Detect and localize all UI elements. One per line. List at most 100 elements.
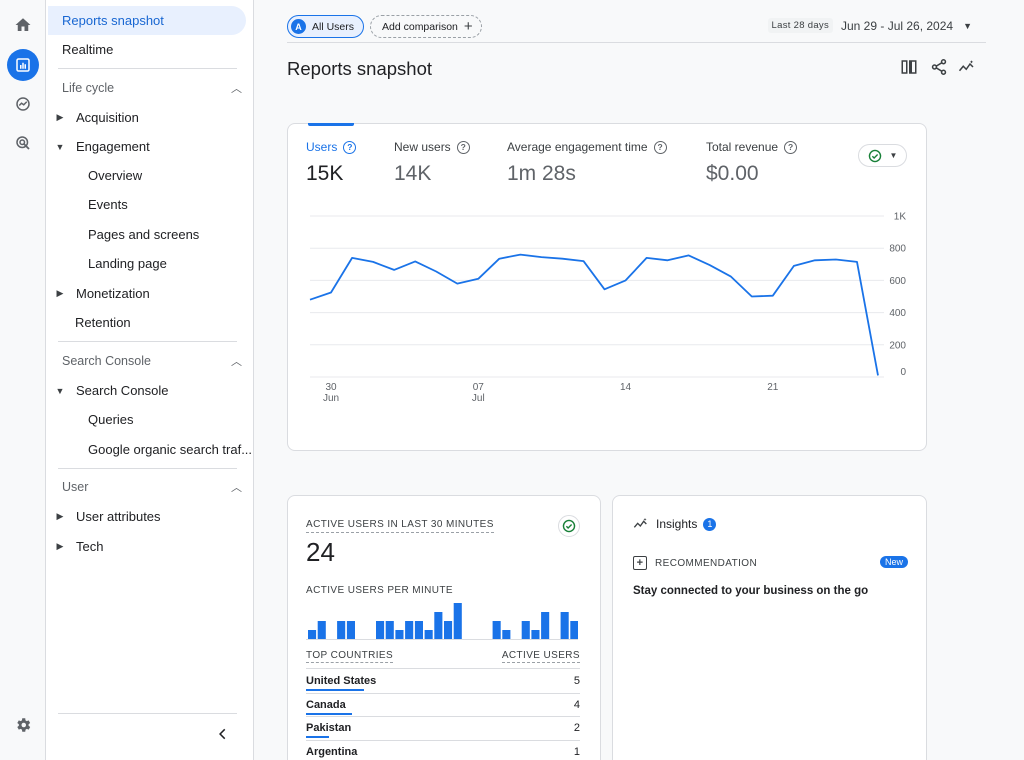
nav-label: Engagement (76, 139, 150, 154)
per-minute-bar[interactable] (444, 621, 453, 639)
nav-engagement[interactable]: ▼ Engagement (46, 132, 150, 161)
per-minute-bar[interactable] (376, 621, 385, 639)
y-tick-label: 200 (889, 340, 906, 351)
country-name: Pakistan (306, 722, 352, 734)
country-name: Argentina (306, 746, 358, 758)
nav-monetization[interactable]: ▶ Monetization (46, 279, 150, 308)
nav-pages-and-screens[interactable]: Pages and screens (46, 220, 199, 249)
per-minute-bar[interactable] (424, 630, 433, 639)
per-minute-bar[interactable] (317, 621, 326, 639)
col-header-country[interactable]: TOP COUNTRIES (306, 650, 394, 663)
per-minute-bar[interactable] (337, 621, 346, 639)
per-minute-bar[interactable] (434, 612, 443, 639)
recommendation-text[interactable]: Stay connected to your business on the g… (633, 585, 868, 597)
share-bar (306, 713, 353, 715)
help-icon[interactable]: ? (343, 140, 357, 154)
x-tick-month-label: Jul (472, 393, 485, 404)
metric-value: 14K (394, 162, 432, 185)
reports-icon[interactable] (7, 49, 39, 81)
metric-users[interactable]: Users? 15K (306, 140, 357, 186)
collapse-sidebar-icon[interactable] (216, 725, 230, 746)
date-preset-pill: Last 28 days (767, 18, 833, 33)
dropdown-arrow-icon: ▼ (963, 20, 972, 31)
nav-reports-snapshot[interactable]: Reports snapshot (48, 6, 246, 35)
col-header-active-users[interactable]: ACTIVE USERS (501, 650, 580, 663)
dropdown-arrow-icon: ▼ (889, 151, 898, 160)
nav-events[interactable]: Events (46, 190, 128, 219)
per-minute-bar[interactable] (492, 621, 501, 639)
nav-landing-page[interactable]: Landing page (46, 249, 167, 278)
section-label: Life cycle (62, 81, 115, 95)
date-range-picker[interactable]: Last 28 days Jun 29 - Jul 26, 2024 ▼ (767, 18, 972, 33)
nav-search-console[interactable]: ▼ Search Console (46, 376, 169, 405)
x-tick-label: 21 (767, 382, 779, 393)
section-header-life-cycle[interactable]: Life cycle ︿ (62, 76, 242, 100)
all-users-chip[interactable]: A All Users (287, 15, 365, 38)
nav-label: Retention (75, 315, 131, 330)
add-comparison-button[interactable]: Add comparison + (370, 15, 482, 38)
nav-label: Acquisition (76, 110, 139, 125)
per-minute-bar[interactable] (395, 630, 404, 639)
check-circle-icon[interactable] (558, 515, 580, 537)
per-minute-bar[interactable] (405, 621, 414, 639)
per-minute-bar[interactable] (502, 630, 511, 639)
help-icon[interactable]: ? (784, 140, 798, 154)
insights-header[interactable]: Insights 1 (633, 516, 717, 532)
customize-report-icon[interactable] (900, 58, 918, 76)
nav-overview[interactable]: Overview (46, 161, 142, 190)
per-minute-bar[interactable] (346, 621, 355, 639)
share-icon[interactable] (930, 58, 948, 76)
metric-total-revenue[interactable]: Total revenue? $0.00 (706, 140, 798, 186)
settings-gear-icon[interactable] (7, 709, 39, 741)
metric-value: $0.00 (706, 162, 759, 185)
per-minute-bar[interactable] (385, 621, 394, 639)
nav-label: Queries (88, 412, 134, 427)
country-row: Pakistan 2 (306, 718, 580, 742)
per-minute-bar[interactable] (531, 630, 540, 639)
country-row: United States 5 (306, 671, 580, 695)
users-series-line[interactable] (309, 253, 879, 376)
active-metric-indicator (308, 123, 354, 126)
per-minute-bar[interactable] (570, 621, 578, 639)
chevron-up-icon: ︿ (231, 482, 242, 494)
help-icon[interactable]: ? (653, 140, 667, 154)
nav-label: Pages and screens (88, 227, 200, 242)
advertising-icon[interactable] (7, 127, 39, 159)
per-minute-bar[interactable] (521, 621, 530, 639)
data-quality-button[interactable]: ▼ (858, 144, 907, 167)
all-users-label: All Users (312, 20, 355, 33)
nav-realtime[interactable]: Realtime (46, 35, 113, 64)
per-minute-bar[interactable] (560, 612, 569, 639)
nav-retention[interactable]: Retention (46, 308, 131, 337)
explore-icon[interactable] (7, 88, 39, 120)
insights-sparkline-icon (633, 518, 647, 528)
y-tick-label: 800 (889, 244, 906, 255)
per-minute-bar[interactable] (453, 603, 462, 639)
help-icon[interactable]: ? (456, 140, 470, 154)
per-minute-bar[interactable] (308, 630, 317, 639)
insights-sparkline-icon[interactable] (958, 58, 976, 76)
nav-tech[interactable]: ▶ Tech (46, 532, 104, 561)
nav-queries[interactable]: Queries (46, 405, 134, 434)
section-header-user[interactable]: User ︿ (62, 475, 242, 499)
table-rule (306, 693, 580, 694)
sidebar-divider (58, 468, 237, 469)
segment-badge: A (291, 19, 306, 34)
nav-acquisition[interactable]: ▶ Acquisition (46, 103, 139, 132)
nav-user-attributes[interactable]: ▶ User attributes (46, 502, 161, 531)
share-bar (306, 736, 330, 738)
per-minute-bar[interactable] (541, 612, 550, 639)
y-tick-label: 400 (889, 308, 906, 319)
country-name: Canada (306, 699, 346, 711)
realtime-title[interactable]: ACTIVE USERS IN LAST 30 MINUTES (306, 519, 494, 533)
country-value: 5 (573, 675, 580, 687)
x-tick-month-label: Jun (323, 393, 339, 404)
caret-right-icon: ▶ (56, 112, 64, 122)
nav-google-organic-search-traffic[interactable]: Google organic search traf... (46, 435, 252, 464)
metric-average-engagement-time[interactable]: Average engagement time? 1m 28s (507, 140, 667, 186)
metric-new-users[interactable]: New users? 14K (394, 140, 470, 186)
home-icon[interactable] (7, 9, 39, 41)
check-circle-icon (868, 149, 881, 162)
section-header-search-console[interactable]: Search Console ︿ (62, 349, 242, 373)
per-minute-bar[interactable] (414, 621, 423, 639)
